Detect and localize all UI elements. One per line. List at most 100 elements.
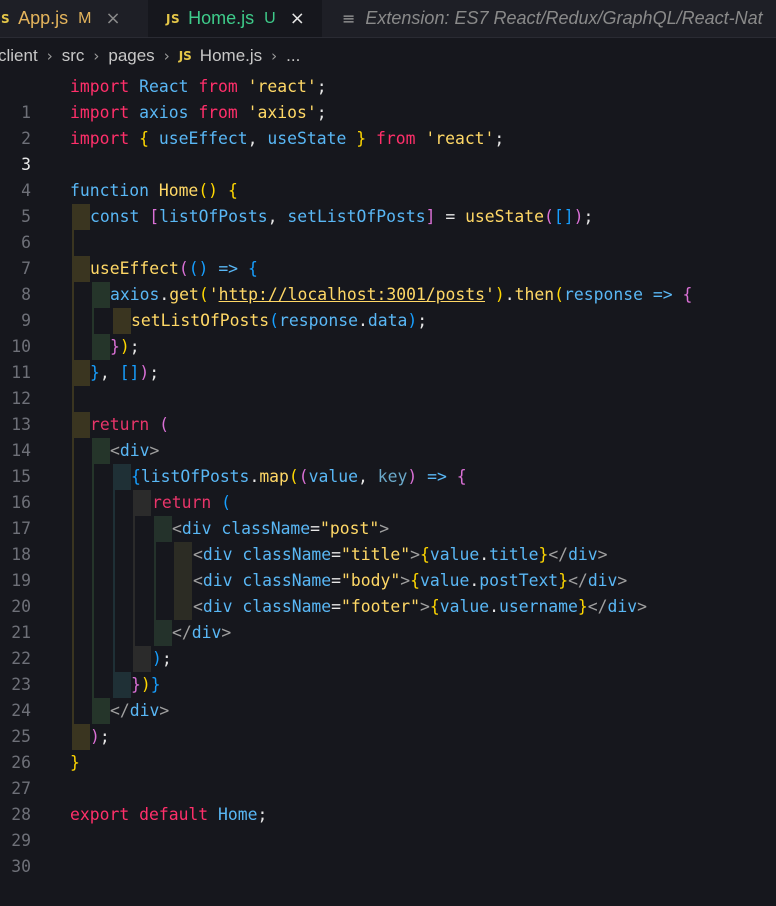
indent-guide	[72, 230, 74, 256]
code-content: </div>	[172, 620, 231, 646]
indent-guide	[133, 542, 135, 568]
token: }	[538, 545, 549, 564]
token: function	[70, 181, 149, 200]
token: =>	[652, 285, 673, 304]
token: )	[90, 727, 100, 746]
indent-guide	[92, 516, 94, 542]
token: ;	[316, 103, 327, 122]
token: {	[682, 285, 693, 304]
code-line: 23 );	[0, 646, 776, 694]
link[interactable]: http://localhost:3001/posts	[219, 285, 485, 304]
token: )	[494, 285, 505, 304]
token: >	[221, 623, 232, 642]
token: axios	[110, 285, 160, 304]
token: useState	[465, 207, 545, 226]
token: (	[288, 467, 299, 486]
code-line: 16 {listOfPosts.map((value, key) => {	[0, 464, 776, 512]
code-line-active: 3 import { useEffect, useState } from 'r…	[0, 126, 776, 174]
breadcrumb-more[interactable]: ...	[286, 46, 300, 66]
token: <	[110, 441, 120, 460]
code-content: const [listOfPosts, setListOfPosts] = us…	[90, 204, 593, 230]
indent-guide	[154, 568, 156, 594]
code-line: 27 }	[0, 750, 776, 798]
code-content: <div className="footer">{value.username}…	[193, 594, 647, 620]
code-line: 25 </div>	[0, 698, 776, 746]
token: className	[242, 597, 332, 616]
code-content: return (	[152, 490, 231, 516]
token: }	[558, 571, 569, 590]
indent-guide	[174, 594, 192, 620]
token: >	[400, 571, 411, 590]
token: ()	[188, 259, 209, 278]
token: ;	[161, 649, 172, 668]
token: map	[259, 467, 289, 486]
code-content: axios.get('http://localhost:3001/posts')…	[110, 282, 692, 308]
token: ()	[198, 181, 219, 200]
token: </	[587, 597, 608, 616]
breadcrumb-item-pages[interactable]: pages	[108, 46, 154, 66]
code-content: <div>	[110, 438, 159, 464]
token: listOfPosts	[159, 207, 268, 226]
indent-guide	[72, 542, 74, 568]
code-content: import axios from 'axios';	[70, 100, 327, 126]
modified-badge: M	[78, 9, 92, 27]
token: ;	[149, 363, 160, 382]
code-line: 21 <div className="footer">{value.userna…	[0, 594, 776, 642]
token: =	[331, 571, 342, 590]
code-content: return (	[90, 412, 169, 438]
token: )	[140, 675, 151, 694]
indent-guide	[72, 594, 74, 620]
token: (	[554, 285, 564, 304]
javascript-file-icon: JS	[178, 49, 192, 63]
indent-guide	[154, 542, 156, 568]
token: >	[420, 597, 430, 616]
token: )	[573, 207, 584, 226]
indent-guide	[92, 308, 94, 334]
indent-guide	[72, 308, 74, 334]
editor-tab-bar: JS App.js M × JS Home.js U × ≡ Extension…	[0, 0, 776, 38]
token: className	[242, 545, 332, 564]
close-icon[interactable]: ×	[105, 8, 120, 29]
code-line: 17 return (	[0, 490, 776, 538]
code-editor[interactable]: 1 import React from 'react'; 2 import ax…	[0, 74, 776, 876]
token: <	[193, 545, 203, 564]
token: ,	[267, 207, 278, 226]
token: axios	[139, 103, 189, 122]
chevron-right-icon: ›	[46, 47, 53, 65]
token: const	[90, 207, 140, 226]
token: }	[131, 675, 141, 694]
token: return	[152, 493, 212, 512]
breadcrumb-item-src[interactable]: src	[62, 46, 85, 66]
tab-label: Extension: ES7 React/Redux/GraphQL/React…	[365, 8, 763, 28]
token: {	[227, 181, 238, 200]
tab-extension-preview[interactable]: ≡ Extension: ES7 React/Redux/GraphQL/Rea…	[322, 0, 776, 37]
indent-guide	[92, 490, 94, 516]
indent-guide	[92, 646, 94, 672]
token: "body"	[341, 571, 401, 590]
token: from	[375, 129, 416, 148]
indent-guide	[113, 646, 115, 672]
tab-app-js[interactable]: JS App.js M ×	[0, 0, 144, 37]
token: .	[249, 467, 260, 486]
token: </	[568, 571, 588, 590]
token: div	[119, 441, 150, 460]
code-content: );	[90, 724, 110, 750]
indent-guide	[72, 724, 90, 750]
token: {	[410, 571, 421, 590]
tab-home-js[interactable]: JS Home.js U ×	[148, 0, 322, 37]
code-line: 18 <div className="post">	[0, 516, 776, 564]
token: {	[139, 129, 149, 148]
token: div	[191, 623, 222, 642]
token: >	[597, 545, 608, 564]
indent-guide	[92, 672, 94, 698]
breadcrumb-item-client[interactable]: client	[0, 46, 38, 66]
token: .	[469, 571, 480, 590]
close-icon[interactable]: ×	[290, 8, 305, 29]
breadcrumb-item-file[interactable]: Home.js	[200, 46, 262, 66]
code-line: 5 function Home() {	[0, 178, 776, 226]
token: )	[119, 337, 130, 356]
token: >	[379, 519, 390, 538]
token: Home	[158, 181, 199, 200]
indent-guide	[92, 620, 94, 646]
code-line: 6 const [listOfPosts, setListOfPosts] = …	[0, 204, 776, 252]
